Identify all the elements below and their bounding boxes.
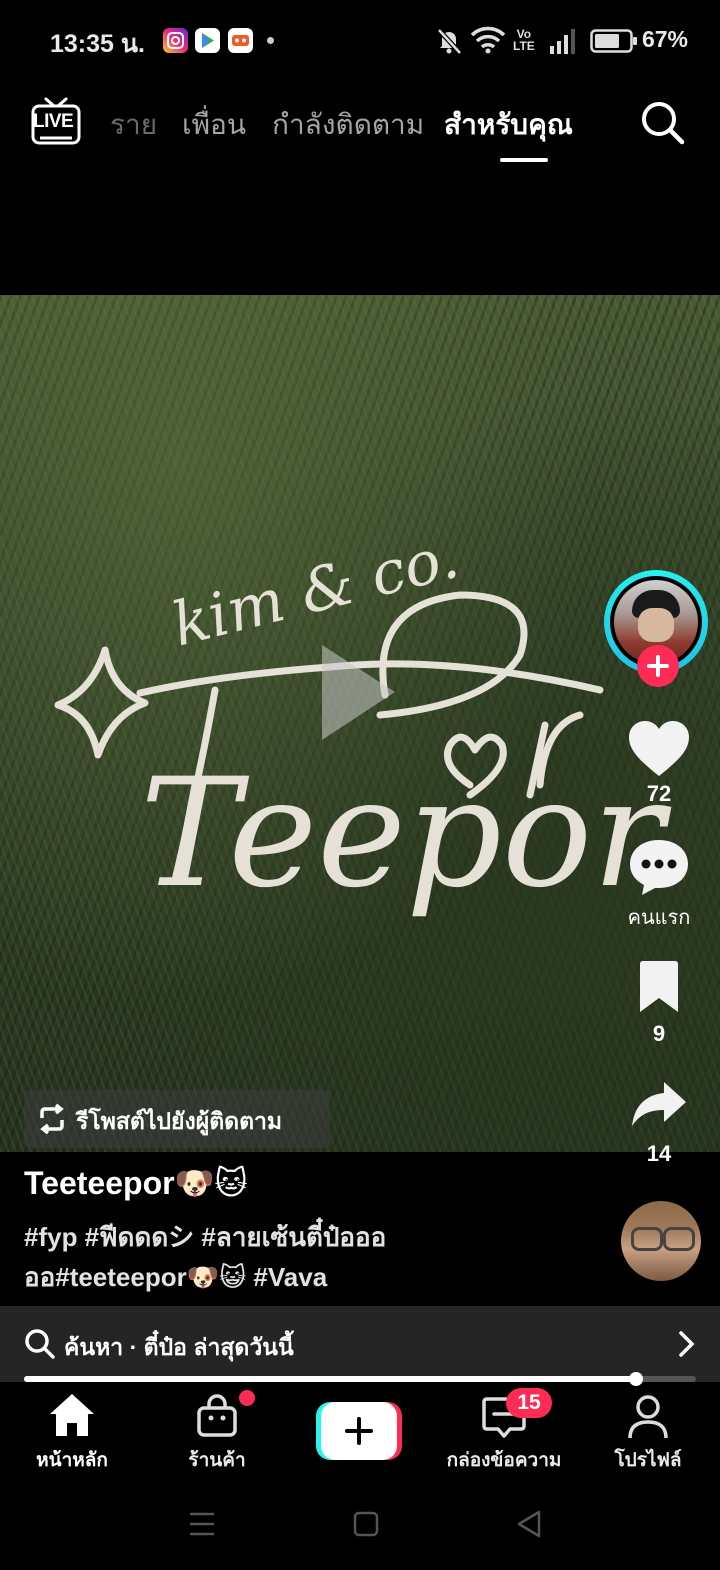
recent-apps-icon[interactable] <box>188 1511 216 1537</box>
inbox-badge: 15 <box>506 1388 552 1418</box>
plus-icon <box>647 655 669 677</box>
active-tab-indicator <box>500 158 548 162</box>
create-button[interactable] <box>316 1402 402 1460</box>
sound-disc-button[interactable] <box>621 1201 701 1281</box>
create-plus-icon <box>345 1417 373 1445</box>
search-icon <box>25 1329 55 1359</box>
signal-icon <box>550 29 575 54</box>
volte-icon: Vo LTE <box>513 27 535 53</box>
chevron-right-icon <box>679 1331 695 1357</box>
nav-profile-label: โปรไฟล์ <box>614 1450 682 1471</box>
instagram-icon <box>163 28 188 53</box>
home-system-icon[interactable] <box>353 1511 379 1537</box>
profile-icon <box>628 1395 668 1439</box>
more-notifications-dot <box>267 37 274 44</box>
game-app-icon <box>228 28 253 53</box>
video-caption[interactable]: #fyp #ฟีดดดシ #ลายเซ้นตี๋ป๋อออ ออ#teeteep… <box>24 1217 464 1297</box>
follow-button[interactable] <box>637 645 679 687</box>
home-icon <box>50 1394 94 1436</box>
repost-label: รีโพสต์ไปยังผู้ติดตาม <box>76 1108 283 1134</box>
heart-icon[interactable] <box>627 720 691 778</box>
video-overlay-title: Teepor <box>140 747 672 921</box>
back-icon[interactable] <box>516 1510 542 1538</box>
share-icon[interactable] <box>630 1080 688 1130</box>
tab-for-you[interactable]: สำหรับคุณ <box>444 103 573 147</box>
battery-icon <box>590 29 637 53</box>
tab-following[interactable]: กำลังติดตาม <box>272 103 424 147</box>
live-button[interactable]: LIVE <box>30 96 82 153</box>
tab-friends[interactable]: เพื่อน <box>182 103 246 147</box>
video-player[interactable]: Teepor kim & co. <box>0 295 720 1152</box>
google-play-icon <box>195 28 220 53</box>
comment-count: คนแรก <box>627 907 691 929</box>
live-label: LIVE <box>33 111 74 132</box>
shop-notification-dot <box>239 1390 255 1406</box>
wifi-icon <box>470 26 506 54</box>
video-progress-knob[interactable] <box>628 1372 643 1386</box>
bookmark-count: 9 <box>652 1021 666 1046</box>
search-icon[interactable] <box>638 98 688 148</box>
video-overlay-subline: kim & co. <box>165 522 465 661</box>
caption-line: #fyp #ฟีดดดシ #ลายเซ้นตี๋ป๋อออ <box>24 1222 387 1252</box>
caption-line: ออ#teeteepor🐶😺 #Vava <box>24 1262 328 1292</box>
like-count: 72 <box>646 781 672 806</box>
bookmark-icon[interactable] <box>636 960 682 1014</box>
repost-icon <box>40 1104 64 1134</box>
video-progress-fill <box>24 1376 636 1382</box>
comment-icon[interactable] <box>628 838 690 896</box>
mute-bell-icon <box>437 28 462 55</box>
share-count: 14 <box>646 1141 672 1166</box>
battery-percentage: 67% <box>641 26 688 52</box>
creator-username[interactable]: Teeteepor🐶🐱 <box>24 1164 248 1202</box>
search-suggestion-text: ค้นหา · ตี๋ป๋อ ล่าสุดวันนี้ <box>64 1334 294 1360</box>
nav-shop-label: ร้านค้า <box>188 1450 246 1471</box>
video-title-artwork: Teepor kim & co. <box>54 522 672 921</box>
shop-bag-icon <box>197 1394 237 1437</box>
status-time: 13:35 น. <box>50 30 145 58</box>
nav-home-label: หน้าหลัก <box>36 1450 108 1471</box>
tab-partial[interactable]: ราย <box>110 103 157 147</box>
nav-inbox-label: กล่องข้อความ <box>446 1450 562 1471</box>
